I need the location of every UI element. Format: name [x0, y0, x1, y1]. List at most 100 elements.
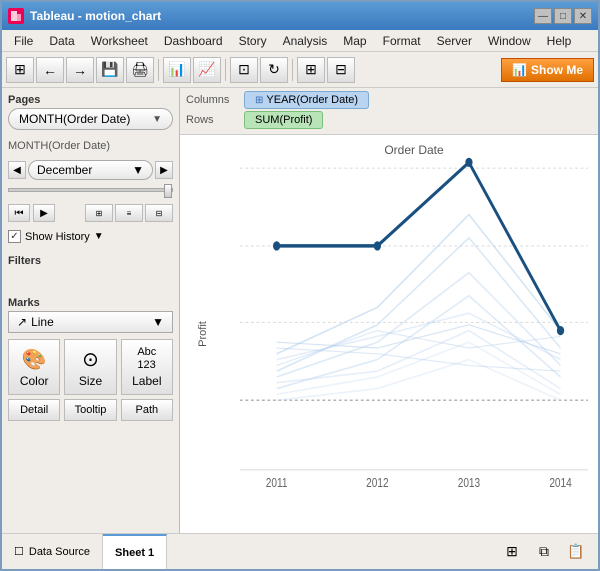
pages-dropdown[interactable]: MONTH(Order Date) ▼ — [8, 108, 173, 130]
marks-line-icon: ↗ — [17, 315, 27, 329]
menu-help[interactable]: Help — [539, 32, 580, 50]
menu-file[interactable]: File — [6, 32, 41, 50]
menu-map[interactable]: Map — [335, 32, 374, 50]
menu-server[interactable]: Server — [429, 32, 480, 50]
checkbox-check: ✓ — [10, 231, 18, 242]
slider-thumb[interactable] — [164, 184, 172, 198]
detail-view-btn[interactable]: ⊟ — [145, 204, 173, 222]
month-slider[interactable] — [8, 188, 173, 192]
close-button[interactable]: ✕ — [574, 8, 592, 24]
filters-section: Filters — [8, 255, 173, 285]
status-tab-icons: ⊞ ⧉ 📋 — [490, 534, 598, 569]
new-sheet-btn[interactable]: 📋 — [562, 538, 590, 566]
show-me-button[interactable]: 📊 Show Me — [501, 58, 594, 82]
columns-pill-value: YEAR(Order Date) — [266, 94, 358, 106]
columns-pill[interactable]: ⊞ YEAR(Order Date) — [244, 91, 369, 109]
minimize-button[interactable]: — — [534, 8, 552, 24]
marks-color-btn[interactable]: 🎨 Color — [8, 339, 60, 395]
show-history-dropdown-arrow: ▼ — [94, 231, 104, 242]
left-panel: Pages MONTH(Order Date) ▼ MONTH(Order Da… — [2, 88, 180, 533]
toolbar-layout-btn[interactable]: ⊞ — [297, 57, 325, 83]
toolbar-sep-1 — [158, 59, 159, 81]
month-label-row: MONTH(Order Date) — [8, 138, 173, 152]
marks-tooltip-btn[interactable]: Tooltip — [64, 399, 116, 421]
month-next-btn[interactable]: ▶ — [155, 161, 173, 179]
menu-bar: File Data Worksheet Dashboard Story Anal… — [2, 30, 598, 52]
marks-color-icon: 🎨 — [22, 347, 47, 372]
data-source-tab[interactable]: ☐ Data Source — [2, 534, 103, 569]
svg-text:2012: 2012 — [366, 477, 388, 490]
list-view-btn[interactable]: ≡ — [115, 204, 143, 222]
month-prev-btn[interactable]: ◀ — [8, 161, 26, 179]
maximize-button[interactable]: □ — [554, 8, 572, 24]
toolbar-print-btn[interactable]: 🖨 — [126, 57, 154, 83]
rows-row: Rows SUM(Profit) — [186, 111, 592, 129]
marks-buttons-grid: 🎨 Color ⊙ Size Abc123 Label — [8, 339, 173, 395]
window-title: Tableau - motion_chart — [30, 9, 161, 23]
svg-text:2011: 2011 — [266, 477, 288, 490]
pages-section: Pages MONTH(Order Date) ▼ — [8, 94, 173, 130]
toolbar-chart-btn[interactable]: 📊 — [163, 57, 191, 83]
menu-worksheet[interactable]: Worksheet — [83, 32, 156, 50]
rows-pill[interactable]: SUM(Profit) — [244, 111, 323, 129]
app-icon — [8, 8, 24, 24]
playback-controls: ⏮ ▶ ⊞ ≡ ⊟ — [8, 204, 173, 222]
marks-size-icon: ⊙ — [82, 347, 99, 372]
view-buttons: ⊞ ≡ ⊟ — [85, 204, 173, 222]
marks-type-dropdown[interactable]: ↗ Line ▼ — [8, 311, 173, 333]
month-dropdown-arrow: ▼ — [132, 163, 144, 177]
toolbar: ⊞ ← → 💾 🖨 📊 📈 ⊡ ↻ ⊞ ⊟ 📊 Show Me — [2, 52, 598, 88]
marks-type-value: Line — [31, 315, 54, 329]
toolbar-forward-btn[interactable]: → — [66, 57, 94, 83]
grid-view-btn[interactable]: ⊞ — [85, 204, 113, 222]
marks-section: Marks ↗ Line ▼ 🎨 Color ⊙ Size — [8, 297, 173, 421]
chart-svg: $15,000 $10,000 $5,000 $0 2011 2012 2013… — [240, 145, 588, 493]
toolbar-filter-btn[interactable]: ⊡ — [230, 57, 258, 83]
filters-label: Filters — [8, 255, 173, 267]
menu-format[interactable]: Format — [375, 32, 429, 50]
marks-detail-btn[interactable]: Detail — [8, 399, 60, 421]
pages-label: Pages — [8, 94, 173, 106]
data-source-icon: ☐ — [14, 545, 24, 558]
duplicate-sheet-btn[interactable]: ⧉ — [530, 538, 558, 566]
marks-label-btn[interactable]: Abc123 Label — [121, 339, 173, 395]
menu-dashboard[interactable]: Dashboard — [156, 32, 231, 50]
status-bar: ☐ Data Source Sheet 1 ⊞ ⧉ 📋 — [2, 533, 598, 569]
rewind-btn[interactable]: ⏮ — [8, 204, 30, 222]
toolbar-save-btn[interactable]: 💾 — [96, 57, 124, 83]
show-history-checkbox[interactable]: ✓ — [8, 230, 21, 243]
show-history-row: ✓ Show History ▼ — [8, 230, 173, 243]
toolbar-sep-2 — [225, 59, 226, 81]
marks-dropdown-arrow: ▼ — [152, 315, 164, 329]
marks-size-label: Size — [79, 374, 102, 388]
menu-data[interactable]: Data — [41, 32, 82, 50]
menu-window[interactable]: Window — [480, 32, 539, 50]
menu-analysis[interactable]: Analysis — [275, 32, 336, 50]
new-datasource-btn[interactable]: ⊞ — [498, 538, 526, 566]
play-btn[interactable]: ▶ — [33, 204, 55, 222]
rows-pill-value: SUM(Profit) — [255, 114, 312, 126]
rows-label: Rows — [186, 114, 238, 126]
month-control: ◀ December ▼ ▶ — [8, 160, 173, 180]
pages-dropdown-value: MONTH(Order Date) — [19, 112, 130, 126]
marks-path-btn[interactable]: Path — [121, 399, 173, 421]
month-dropdown[interactable]: December ▼ — [28, 160, 153, 180]
columns-pill-icon: ⊞ — [255, 95, 263, 106]
toolbar-grid-btn[interactable]: ⊞ — [6, 57, 34, 83]
menu-story[interactable]: Story — [231, 32, 275, 50]
toolbar-chart2-btn[interactable]: 📈 — [193, 57, 221, 83]
window-controls: — □ ✕ — [534, 8, 592, 24]
svg-text:2013: 2013 — [458, 477, 480, 490]
chart-title: Order Date — [240, 143, 588, 157]
slider-row — [8, 188, 173, 196]
marks-bottom-row: Detail Tooltip Path — [8, 399, 173, 421]
toolbar-layout2-btn[interactable]: ⊟ — [327, 57, 355, 83]
chart-container: Order Date Profit $15,000 $10,000 $5,000… — [180, 135, 598, 533]
marks-size-btn[interactable]: ⊙ Size — [64, 339, 116, 395]
sheet1-tab[interactable]: Sheet 1 — [103, 534, 167, 569]
month-label: MONTH(Order Date) — [8, 140, 110, 152]
toolbar-back-btn[interactable]: ← — [36, 57, 64, 83]
toolbar-refresh-btn[interactable]: ↻ — [260, 57, 288, 83]
main-content: Pages MONTH(Order Date) ▼ MONTH(Order Da… — [2, 88, 598, 533]
svg-text:2014: 2014 — [549, 477, 572, 490]
